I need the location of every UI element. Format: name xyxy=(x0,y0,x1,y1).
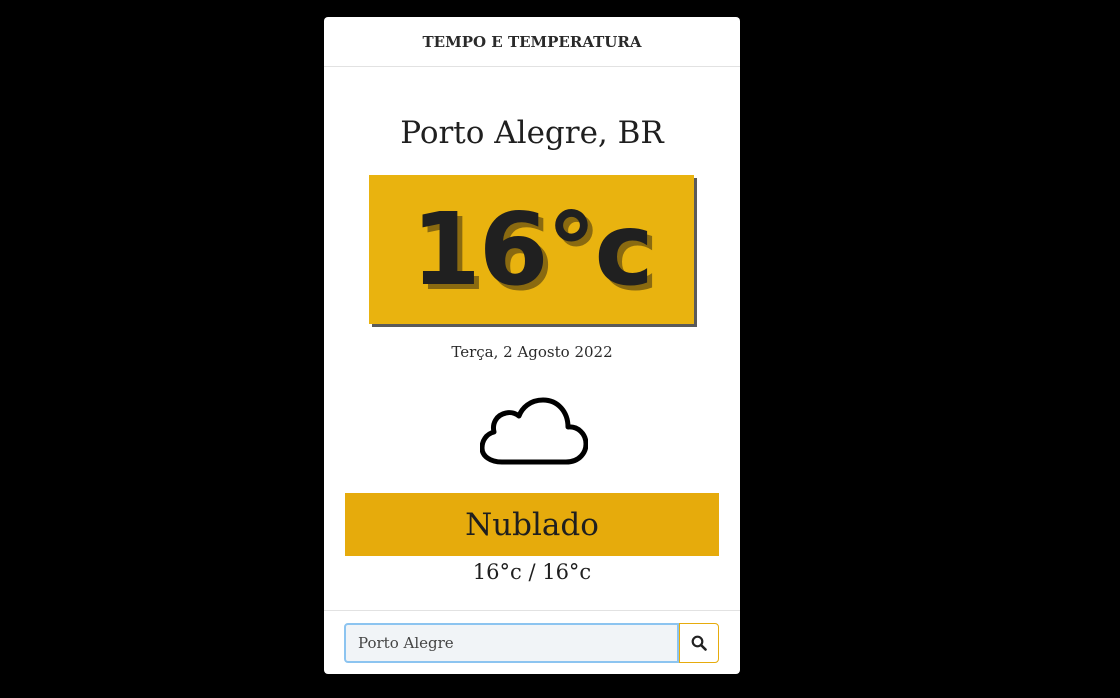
temperature-value: 16°c xyxy=(411,190,653,308)
condition-label: Nublado xyxy=(465,506,599,543)
search-icon xyxy=(691,635,707,651)
page-title: TEMPO E TEMPERATURA xyxy=(422,32,642,51)
weather-card: TEMPO E TEMPERATURA Porto Alegre, BR 16°… xyxy=(324,17,740,674)
search-bar xyxy=(324,610,740,674)
min-max-temperature: 16°c / 16°c xyxy=(472,560,592,584)
city-name: Porto Alegre, BR xyxy=(400,115,664,151)
cloud-icon xyxy=(480,397,588,465)
search-input[interactable] xyxy=(344,623,679,663)
condition-box: Nublado xyxy=(345,493,719,556)
card-header: TEMPO E TEMPERATURA xyxy=(324,17,740,67)
date-label: Terça, 2 Agosto 2022 xyxy=(451,343,613,361)
temperature-box: 16°c xyxy=(369,175,694,324)
search-button[interactable] xyxy=(679,623,719,663)
